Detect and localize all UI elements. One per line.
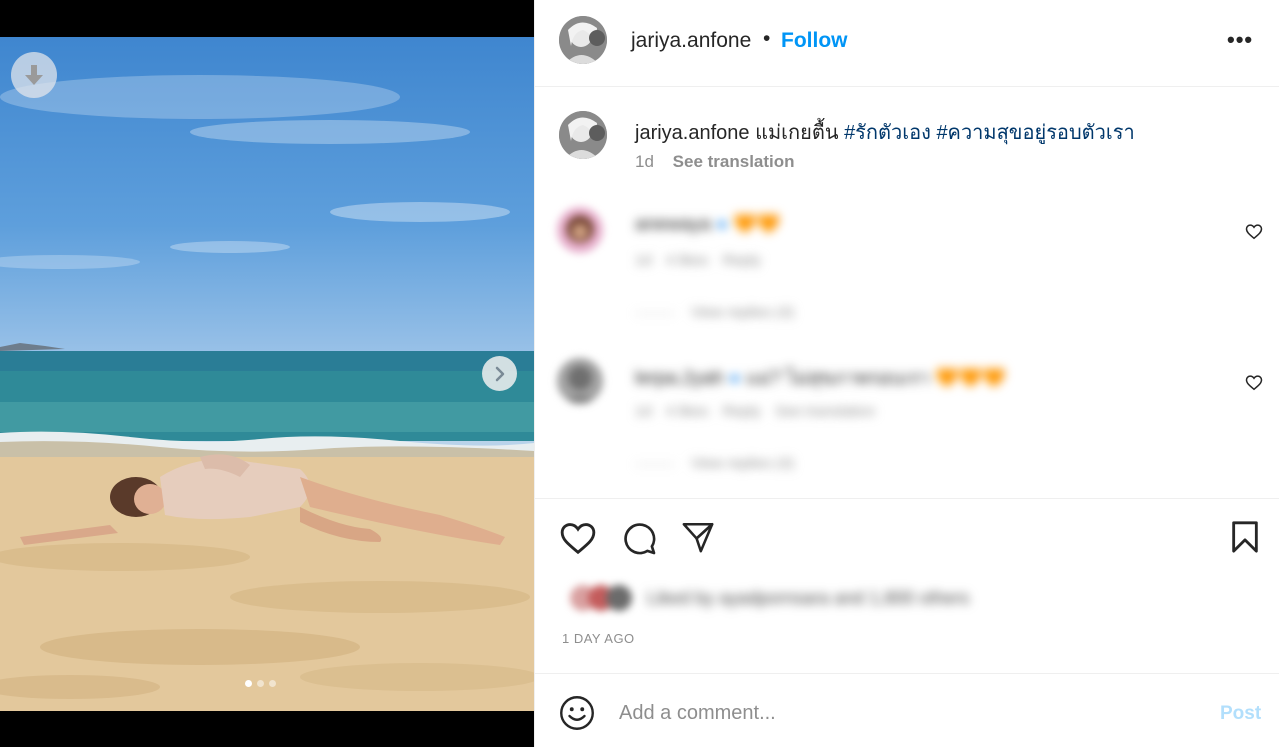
reply-button[interactable]: Reply <box>723 252 761 269</box>
comment-age: 1d <box>635 403 652 420</box>
avatar[interactable] <box>559 16 607 64</box>
comment-username[interactable]: lerpa.2yah <box>635 368 724 389</box>
comment-body: 🧡🧡 <box>733 214 781 235</box>
likes-count[interactable]: Liked by ayadpornsara and 1,800 others <box>647 588 969 609</box>
see-translation-button[interactable]: See translation <box>673 152 795 171</box>
carousel-indicator <box>245 680 276 687</box>
verified-badge-icon: ● <box>729 368 741 389</box>
hashtag-link[interactable]: #ความสุขอยู่รอบตัวเรา <box>936 122 1134 144</box>
comment-text-line: anewaya ● 🧡🧡 <box>635 212 780 236</box>
caption-text: jariya.anfone แม่เกยตื้น #รักตัวเอง #ควา… <box>635 116 1135 148</box>
comment-likes[interactable]: 4 likes <box>666 252 709 269</box>
post-details-panel: jariya.anfone • Follow ••• jariya.anfone… <box>534 0 1279 747</box>
see-translation-button[interactable]: See translation <box>775 403 875 420</box>
comment-bubble-icon[interactable] <box>621 520 657 556</box>
comment-likes[interactable]: 4 likes <box>666 403 709 420</box>
view-replies-button[interactable]: View replies (4) <box>635 304 794 321</box>
add-comment-input[interactable] <box>619 698 1199 728</box>
post-photo[interactable] <box>0 37 534 711</box>
follow-button[interactable]: Follow <box>781 29 848 53</box>
comment-username[interactable]: anewaya <box>635 214 711 235</box>
caption-meta: 1d See translation <box>635 152 795 172</box>
caption-body: แม่เกยตื้น <box>755 122 839 144</box>
carousel-dot <box>245 680 252 687</box>
caption-username[interactable]: jariya.anfone <box>635 122 750 144</box>
comment-like-heart-icon[interactable] <box>1245 374 1263 391</box>
avatar[interactable] <box>559 111 607 159</box>
divider <box>535 673 1279 674</box>
carousel-dot <box>269 680 276 687</box>
divider <box>535 498 1279 499</box>
avatar[interactable] <box>557 207 603 253</box>
comment-meta: 1d 4 likes Reply See translation <box>635 403 875 420</box>
comment-age: 1d <box>635 252 652 269</box>
more-options-icon[interactable]: ••• <box>1227 27 1253 53</box>
post-media <box>0 0 534 747</box>
verified-badge-icon: ● <box>716 214 728 235</box>
post-author-username[interactable]: jariya.anfone <box>631 29 751 53</box>
comment-body: แม่? ไม่สุขภาพรอบเรา 🧡🧡🧡 <box>745 368 1007 389</box>
comment-text-line: lerpa.2yah ● แม่? ไม่สุขภาพรอบเรา 🧡🧡🧡 <box>635 363 1006 393</box>
like-heart-icon[interactable] <box>559 520 597 556</box>
share-paper-plane-icon[interactable] <box>680 520 716 554</box>
comment-like-heart-icon[interactable] <box>1245 223 1263 240</box>
carousel-next-button[interactable] <box>482 356 517 391</box>
download-button[interactable] <box>11 52 57 98</box>
caption-age: 1d <box>635 152 654 171</box>
emoji-icon[interactable] <box>559 695 595 731</box>
save-bookmark-icon[interactable] <box>1230 520 1260 554</box>
likes-avatars[interactable] <box>568 583 634 613</box>
hashtag-link[interactable]: #รักตัวเอง <box>844 122 931 144</box>
comment-meta: 1d 4 likes Reply <box>635 252 761 269</box>
reply-button[interactable]: Reply <box>723 403 761 420</box>
carousel-dot <box>257 680 264 687</box>
avatar[interactable] <box>557 358 603 404</box>
post-header: jariya.anfone • Follow ••• <box>535 0 1279 87</box>
chevron-right-icon <box>495 366 504 381</box>
arrow-down-icon <box>25 65 43 85</box>
post-date: 1 DAY AGO <box>562 631 635 646</box>
view-replies-button[interactable]: View replies (4) <box>635 455 794 472</box>
post-comment-button[interactable]: Post <box>1220 703 1261 725</box>
separator-dot: • <box>763 27 771 50</box>
